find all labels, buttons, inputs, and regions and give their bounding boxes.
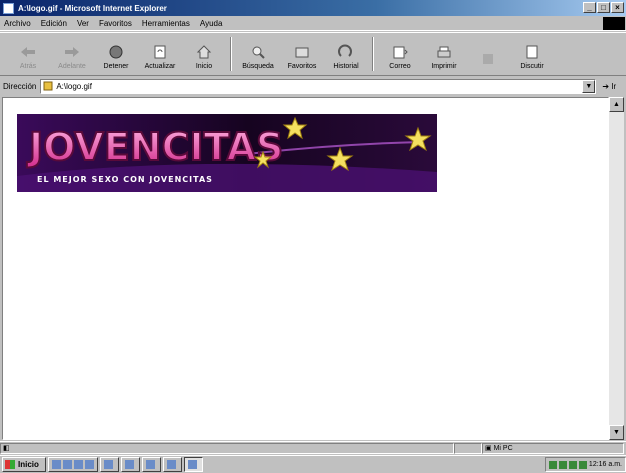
status-text: ◧: [0, 442, 454, 454]
mail-icon: [393, 46, 408, 59]
channels-quicklaunch-icon[interactable]: [85, 460, 94, 469]
back-label: Atrás: [19, 63, 37, 70]
back-button[interactable]: Atrás: [6, 33, 50, 73]
go-arrow-icon: ➔: [602, 81, 610, 91]
taskbar-button[interactable]: [121, 457, 140, 472]
window-title: A:\logo.gif - Microsoft Internet Explore…: [18, 3, 167, 13]
print-label: Imprimir: [431, 63, 457, 70]
forward-button[interactable]: Adelante: [50, 33, 94, 73]
mail-button[interactable]: Correo: [378, 33, 422, 73]
page-icon: [43, 81, 53, 91]
history-button[interactable]: Historial: [324, 33, 368, 73]
stop-button[interactable]: Detener: [94, 33, 138, 73]
status-zone: ▣ Mi PC: [482, 442, 624, 454]
computer-icon: ▣: [485, 444, 492, 452]
desktop-quicklaunch-icon[interactable]: [74, 460, 83, 469]
windows-logo-throbber: [603, 17, 625, 30]
taskbar-button-active[interactable]: [184, 457, 203, 472]
stop-label: Detener: [103, 63, 129, 70]
ie-icon: [188, 460, 197, 469]
toolbar-separator: [230, 37, 232, 71]
back-arrow-icon: [21, 47, 35, 57]
refresh-button[interactable]: Actualizar: [138, 33, 182, 73]
quicklaunch-bar: [48, 457, 98, 472]
forward-arrow-icon: [65, 47, 79, 57]
standard-toolbar: Atrás Adelante Detener Actualizar Inicio…: [0, 32, 626, 76]
banner-image: JOVENCITAS EL MEJOR SEXO CON JOVENCITAS: [17, 114, 437, 192]
start-label: Inicio: [18, 460, 39, 469]
tray-icon[interactable]: [548, 460, 557, 469]
address-bar: Dirección A:\logo.gif ▼ ➔ Ir: [0, 77, 626, 95]
home-label: Inicio: [195, 63, 213, 70]
history-icon: [338, 44, 352, 57]
go-label: Ir: [611, 81, 617, 91]
app-icon: [125, 460, 134, 469]
banner-title: JOVENCITAS: [26, 125, 283, 169]
window-titlebar: A:\logo.gif - Microsoft Internet Explore…: [0, 0, 626, 16]
edit-icon: [483, 54, 493, 64]
search-button[interactable]: Búsqueda: [236, 33, 280, 73]
menu-view[interactable]: Ver: [77, 19, 89, 28]
app-icon: [104, 460, 113, 469]
address-input[interactable]: A:\logo.gif ▼: [40, 78, 597, 94]
mail-label: Correo: [389, 63, 411, 70]
refresh-label: Actualizar: [144, 63, 176, 70]
taskbar-button[interactable]: [163, 457, 182, 472]
tray-icon[interactable]: [578, 460, 587, 469]
address-value: A:\logo.gif: [56, 81, 92, 91]
close-button[interactable]: ×: [611, 2, 624, 13]
print-icon: [437, 46, 451, 58]
favorites-label: Favoritos: [287, 63, 317, 70]
home-button[interactable]: Inicio: [182, 33, 226, 73]
menu-edit[interactable]: Edición: [41, 19, 67, 28]
minimize-button[interactable]: _: [583, 2, 596, 13]
discuss-button[interactable]: Discutir: [510, 33, 554, 73]
favorites-button[interactable]: Favoritos: [280, 33, 324, 73]
address-dropdown-button[interactable]: ▼: [582, 79, 596, 93]
discuss-icon: [526, 45, 538, 59]
toolbar-separator: [372, 37, 374, 71]
app-icon: [167, 460, 176, 469]
windows-flag-icon: [5, 460, 15, 469]
tray-icon[interactable]: [558, 460, 567, 469]
page-viewport: JOVENCITAS EL MEJOR SEXO CON JOVENCITAS: [2, 97, 609, 440]
start-button[interactable]: Inicio: [2, 457, 46, 472]
address-label: Dirección: [3, 81, 37, 91]
taskbar: Inicio 12:16 a.m.: [0, 455, 626, 473]
print-button[interactable]: Imprimir: [422, 33, 466, 73]
refresh-icon: [154, 45, 166, 59]
search-icon: [252, 46, 265, 59]
menu-bar: Archivo Edición Ver Favoritos Herramient…: [0, 16, 626, 31]
go-button[interactable]: ➔ Ir: [602, 82, 616, 91]
system-tray: 12:16 a.m.: [544, 457, 626, 472]
status-cell: [454, 442, 482, 454]
ie-icon: [3, 2, 14, 14]
maximize-button[interactable]: □: [597, 2, 610, 13]
forward-label: Adelante: [58, 63, 86, 70]
banner-tagline: EL MEJOR SEXO CON JOVENCITAS: [37, 175, 213, 184]
stop-icon: [109, 45, 123, 59]
menu-tools[interactable]: Herramientas: [142, 19, 190, 28]
favorites-icon: [295, 47, 309, 58]
tray-icon[interactable]: [568, 460, 577, 469]
scroll-down-button[interactable]: ▼: [609, 425, 624, 440]
clock[interactable]: 12:16 a.m.: [589, 461, 622, 468]
taskbar-button[interactable]: [100, 457, 119, 472]
vertical-scrollbar[interactable]: ▲ ▼: [609, 97, 624, 440]
discuss-label: Discutir: [520, 63, 544, 70]
menu-favorites[interactable]: Favoritos: [99, 19, 132, 28]
outlook-quicklaunch-icon[interactable]: [63, 460, 72, 469]
edit-button[interactable]: [466, 33, 510, 73]
home-icon: [196, 45, 212, 59]
status-bar: ◧ ▣ Mi PC: [0, 441, 626, 454]
search-label: Búsqueda: [242, 63, 274, 70]
status-page-icon: ◧: [3, 444, 10, 452]
ie-quicklaunch-icon[interactable]: [52, 460, 61, 469]
app-icon: [146, 460, 155, 469]
history-label: Historial: [333, 63, 359, 70]
menu-help[interactable]: Ayuda: [200, 19, 223, 28]
menu-file[interactable]: Archivo: [4, 19, 31, 28]
scroll-up-button[interactable]: ▲: [609, 97, 624, 112]
taskbar-button[interactable]: [142, 457, 161, 472]
